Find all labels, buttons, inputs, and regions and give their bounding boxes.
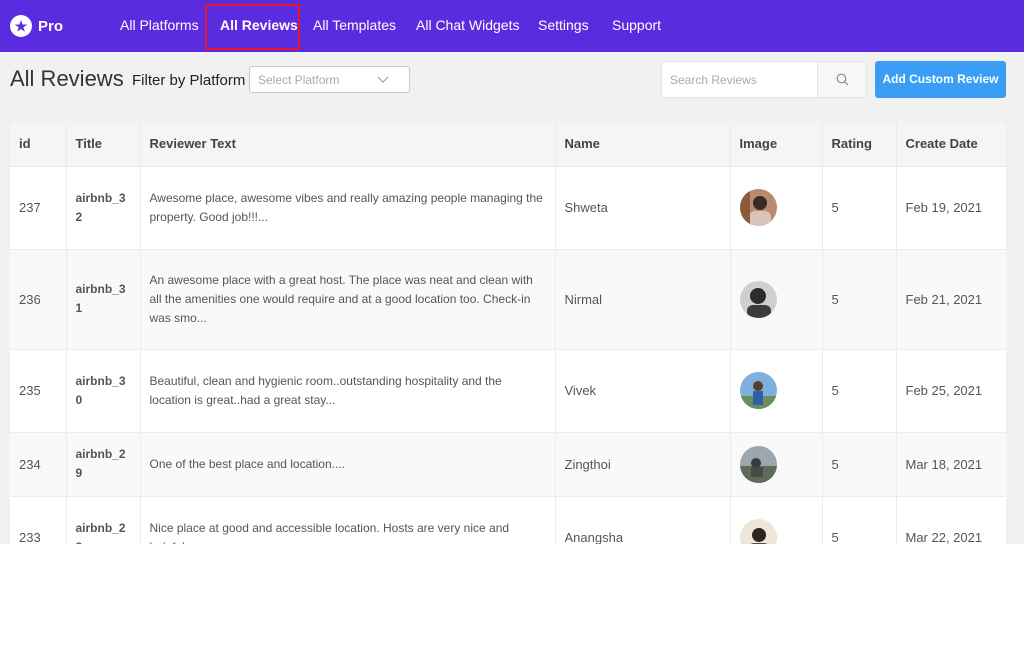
column-header-id[interactable]: id (10, 122, 67, 166)
cell-rating: 5 (822, 248, 897, 349)
filter-label: Filter by Platform (132, 72, 246, 89)
nav-all-platforms[interactable]: All Platforms (120, 17, 199, 33)
top-navbar: ★ Pro All Platforms All Reviews All Temp… (0, 0, 1024, 52)
cell-name: Anangsha (555, 495, 731, 544)
cell-image (730, 165, 823, 249)
avatar (739, 519, 777, 544)
nav-settings[interactable]: Settings (538, 17, 589, 33)
nav-support[interactable]: Support (612, 17, 661, 33)
table-row[interactable]: 236 airbnb_31 An awesome place with a gr… (10, 248, 1006, 349)
cell-create-date: Mar 22, 2021 (896, 495, 1006, 544)
avatar (739, 280, 777, 318)
app-screen: ★ Pro All Platforms All Reviews All Temp… (0, 0, 1024, 544)
cell-name: Vivek (555, 348, 731, 432)
cell-image (730, 431, 823, 496)
table-row[interactable]: 234 airbnb_29 One of the best place and … (10, 431, 1006, 496)
cell-rating: 5 (822, 348, 897, 432)
brand-logo[interactable]: ★ Pro (10, 13, 63, 39)
cell-reviewer-text: Beautiful, clean and hygienic room..outs… (140, 348, 556, 432)
cell-name: Zingthoi (555, 431, 731, 496)
cell-reviewer-text: One of the best place and location.... (140, 431, 556, 496)
search-button[interactable] (817, 62, 866, 97)
column-header-title[interactable]: Title (66, 122, 141, 166)
nav-all-chat-widgets[interactable]: All Chat Widgets (416, 17, 519, 33)
cell-title: airbnb_28 (66, 495, 141, 544)
brand-name: Pro (38, 17, 64, 35)
cell-image (730, 248, 823, 349)
add-custom-review-button[interactable]: Add Custom Review (875, 61, 1006, 98)
cell-title: airbnb_30 (66, 348, 141, 432)
cell-name: Nirmal (555, 248, 731, 349)
cell-create-date: Feb 21, 2021 (896, 248, 1006, 349)
search-input[interactable] (662, 62, 817, 97)
page-title: All Reviews (10, 66, 124, 91)
column-header-reviewer-text[interactable]: Reviewer Text (140, 122, 556, 166)
cell-id: 235 (10, 348, 67, 432)
cell-rating: 5 (822, 165, 897, 249)
cell-id: 234 (10, 431, 67, 496)
cell-rating: 5 (822, 495, 897, 544)
cell-title: airbnb_29 (66, 431, 141, 496)
platform-select[interactable]: Select Platform (249, 66, 410, 93)
column-header-rating[interactable]: Rating (822, 122, 897, 166)
star-icon: ★ (10, 15, 32, 37)
search-icon (836, 73, 849, 86)
cell-image (730, 495, 823, 544)
platform-select-placeholder: Select Platform (258, 73, 340, 87)
cell-id: 233 (10, 495, 67, 544)
cell-create-date: Mar 18, 2021 (896, 431, 1006, 496)
cell-reviewer-text: Nice place at good and accessible locati… (140, 495, 556, 544)
cell-rating: 5 (822, 431, 897, 496)
table-row[interactable]: 235 airbnb_30 Beautiful, clean and hygie… (10, 348, 1006, 432)
avatar (739, 372, 777, 409)
cell-reviewer-text: An awesome place with a great host. The … (140, 248, 556, 349)
avatar (739, 445, 777, 483)
nav-all-templates[interactable]: All Templates (313, 17, 396, 33)
nav-all-reviews[interactable]: All Reviews (220, 17, 298, 33)
cell-title: airbnb_32 (66, 165, 141, 249)
column-header-image[interactable]: Image (730, 122, 823, 166)
cell-title: airbnb_31 (66, 248, 141, 349)
cell-create-date: Feb 19, 2021 (896, 165, 1006, 249)
column-header-create-date[interactable]: Create Date (896, 122, 1006, 166)
cell-id: 236 (10, 248, 67, 349)
cell-reviewer-text: Awesome place, awesome vibes and really … (140, 165, 556, 249)
avatar (739, 189, 777, 226)
table-row[interactable]: 233 airbnb_28 Nice place at good and acc… (10, 495, 1006, 544)
cell-id: 237 (10, 165, 67, 249)
cell-image (730, 348, 823, 432)
chevron-down-icon (377, 71, 389, 92)
cell-create-date: Feb 25, 2021 (896, 348, 1006, 432)
cell-name: Shweta (555, 165, 731, 249)
search-box (661, 61, 867, 98)
reviews-table: id Title Reviewer Text Name Image Rating… (10, 122, 1006, 544)
table-header-row: id Title Reviewer Text Name Image Rating… (10, 122, 1006, 166)
column-header-name[interactable]: Name (555, 122, 731, 166)
table-row[interactable]: 237 airbnb_32 Awesome place, awesome vib… (10, 165, 1006, 249)
